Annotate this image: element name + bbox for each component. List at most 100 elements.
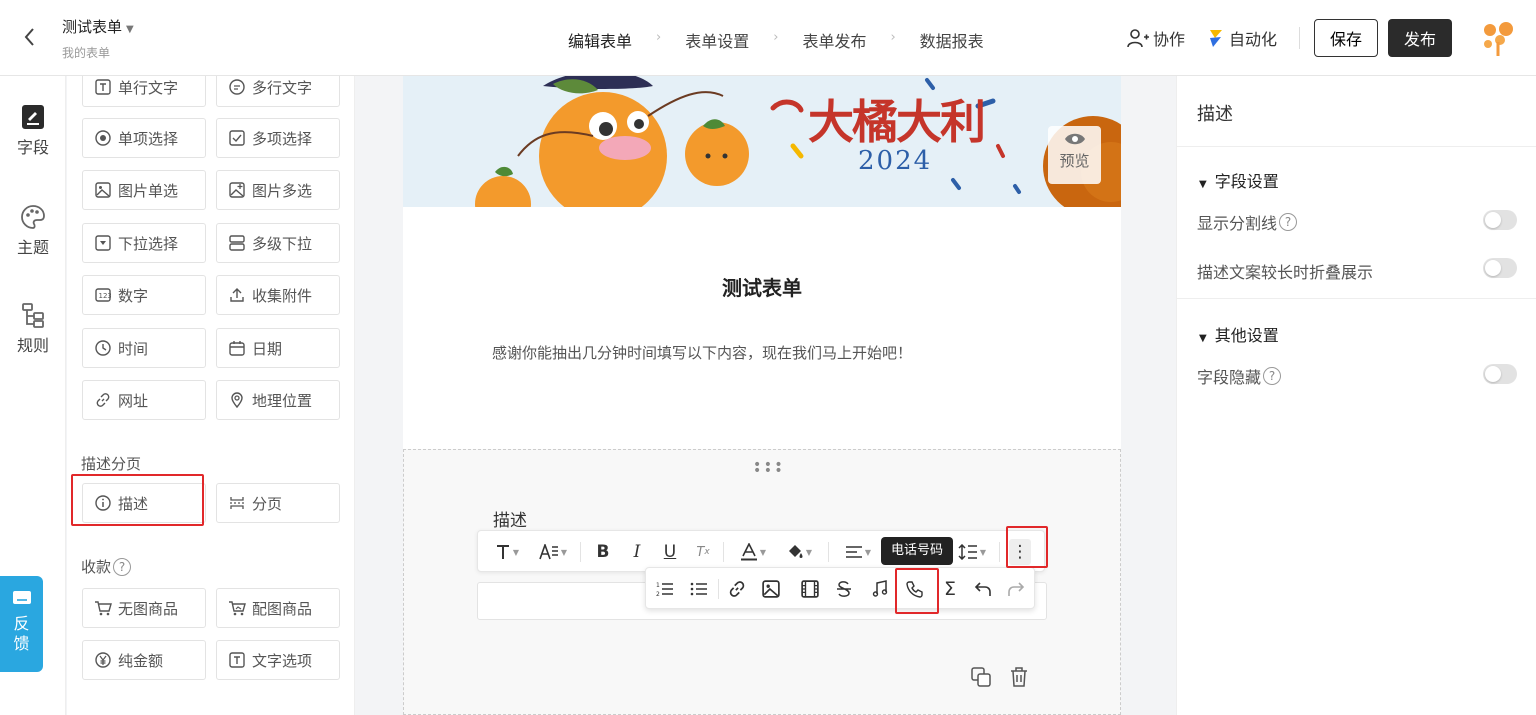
image-icon (94, 181, 112, 199)
video-icon[interactable] (799, 578, 821, 600)
field-label: 数字 (118, 286, 149, 305)
field-location[interactable]: 地理位置 (216, 380, 340, 420)
add-user-icon (1127, 29, 1149, 48)
bullet-list-icon[interactable] (688, 578, 710, 600)
formula-sigma-icon[interactable]: Σ (939, 578, 961, 600)
redo-icon[interactable] (1005, 578, 1027, 600)
form-banner-image: 大橘大利 2024 (403, 76, 1121, 207)
field-pagebreak[interactable]: 分页 (216, 483, 340, 523)
link-icon[interactable] (726, 578, 748, 600)
rich-text-toolbar: ▼ ▼ B I U Tx ▼ ▼ ▼ ▼ ⋮ (477, 530, 1045, 572)
underline-icon[interactable]: U (659, 541, 681, 563)
drag-handle-icon[interactable]: • • • • • • (753, 458, 783, 478)
field-upload[interactable]: 收集附件 (216, 275, 340, 315)
option-collapse-long-text: 描述文案较长时折叠展示 (1197, 259, 1373, 283)
form-title-text[interactable]: 测试表单 (403, 272, 1121, 301)
toggle-hide-field[interactable] (1483, 364, 1517, 384)
breadcrumb-my-forms[interactable]: 我的表单 (62, 44, 110, 61)
field-image-single[interactable]: 图片单选 (82, 170, 206, 210)
properties-panel: 描述 ▼ 字段设置 显示分割线? 描述文案较长时折叠展示 ▼ 其他设置 字段隐藏? (1176, 76, 1536, 715)
field-label: 图片单选 (118, 181, 179, 200)
field-url[interactable]: 网址 (82, 380, 206, 420)
font-style-dropdown[interactable]: ▼ (536, 541, 570, 563)
avatar[interactable] (1478, 18, 1518, 58)
italic-icon[interactable]: I (626, 541, 648, 563)
font-size-dropdown[interactable]: ▼ (490, 541, 524, 563)
checkbox-icon (228, 129, 246, 147)
divider (580, 542, 581, 562)
music-icon[interactable] (869, 578, 891, 600)
bold-icon[interactable]: B (592, 541, 614, 563)
field-multi-choice[interactable]: 多项选择 (216, 118, 340, 158)
line-height-dropdown[interactable]: ▼ (954, 541, 990, 563)
field-dropdown[interactable]: 下拉选择 (82, 223, 206, 263)
field-label: 配图商品 (252, 599, 313, 618)
caret-down-icon: ▼ (1199, 333, 1207, 344)
field-date[interactable]: 日期 (216, 328, 340, 368)
field-product-with-image[interactable]: 配图商品 (216, 588, 340, 628)
strikethrough-icon[interactable] (833, 578, 855, 600)
tab-form-publish[interactable]: 表单发布 (802, 28, 866, 52)
nav-fields[interactable]: 字段 (0, 104, 66, 158)
divider (1177, 298, 1536, 299)
form-canvas: 大橘大利 2024 预览 测试表单 感谢你能抽出几分钟时间填写以下内容，现在我们… (403, 76, 1121, 715)
step-tabs: 编辑表单 › 表单设置 › 表单发布 › 数据报表 (568, 28, 1008, 79)
form-title: 测试表单 (62, 18, 123, 36)
toggle-show-divider[interactable] (1483, 210, 1517, 230)
align-dropdown[interactable]: ▼ (840, 541, 876, 563)
back-arrow-icon[interactable] (22, 26, 36, 54)
collab-button[interactable]: 协作 (1127, 26, 1185, 50)
trash-icon[interactable] (1008, 666, 1030, 688)
image-icon[interactable] (760, 578, 782, 600)
field-image-multi[interactable]: 图片多选 (216, 170, 340, 210)
field-text-option[interactable]: 文字选项 (216, 640, 340, 680)
help-icon[interactable]: ? (113, 557, 132, 576)
tab-form-settings[interactable]: 表单设置 (685, 28, 749, 52)
section-other-settings[interactable]: ▼ 其他设置 (1199, 322, 1279, 346)
copy-icon[interactable] (970, 666, 992, 688)
field-single-choice[interactable]: 单项选择 (82, 118, 206, 158)
publish-button[interactable]: 发布 (1388, 19, 1452, 57)
field-label: 纯金额 (118, 651, 164, 670)
field-label: 多项选择 (252, 129, 313, 148)
tab-data-report[interactable]: 数据报表 (920, 28, 984, 52)
font-color-dropdown[interactable]: ▼ (735, 541, 771, 563)
field-single-line-text[interactable]: 单行文字 (82, 76, 206, 107)
nav-rules[interactable]: 规则 (0, 302, 66, 356)
preview-button[interactable]: 预览 (1048, 126, 1101, 184)
field-product-no-image[interactable]: 无图商品 (82, 588, 206, 628)
bg-color-dropdown[interactable]: ▼ (781, 541, 817, 563)
nav-theme[interactable]: 主题 (0, 204, 66, 258)
tab-edit-form[interactable]: 编辑表单 (568, 28, 632, 79)
undo-icon[interactable] (972, 578, 994, 600)
field-time[interactable]: 时间 (82, 328, 206, 368)
toggle-collapse-long-text[interactable] (1483, 258, 1517, 278)
field-label: 文字选项 (252, 651, 313, 670)
divider (1299, 27, 1300, 49)
calendar-icon (228, 339, 246, 357)
section-field-settings[interactable]: ▼ 字段设置 (1199, 168, 1279, 192)
field-title[interactable]: 描述 (493, 506, 527, 531)
clear-format-icon[interactable]: Tx (692, 541, 714, 563)
upload-icon (228, 286, 246, 304)
field-multi-line-text[interactable]: 多行文字 (216, 76, 340, 107)
help-icon[interactable]: ? (1263, 367, 1282, 385)
field-number[interactable]: 123 数字 (82, 275, 206, 315)
field-label: 地理位置 (252, 391, 313, 410)
field-pure-amount[interactable]: 纯金额 (82, 640, 206, 680)
feedback-button[interactable]: 反馈 (0, 576, 43, 672)
number-icon: 123 (94, 286, 112, 304)
help-icon[interactable]: ? (1279, 213, 1298, 231)
form-title-dropdown[interactable]: 测试表单 ▼ (62, 16, 134, 37)
comment-icon (228, 78, 246, 96)
automation-button[interactable]: 自动化 (1207, 26, 1277, 50)
field-label: 网址 (118, 391, 149, 410)
svg-text:1: 1 (656, 582, 660, 589)
form-description-text[interactable]: 感谢你能抽出几分钟时间填写以下内容，现在我们马上开始吧！ (492, 342, 912, 363)
field-cascade-dropdown[interactable]: 多级下拉 (216, 223, 340, 263)
chevron-right-icon: › (773, 30, 779, 45)
caret-down-icon: ▼ (1199, 179, 1207, 190)
save-button[interactable]: 保存 (1314, 19, 1378, 57)
description-field-block[interactable]: • • • • • • 描述 ▼ ▼ B I U Tx ▼ ▼ ▼ ▼ ⋮ 电话号… (403, 449, 1121, 715)
ordered-list-icon[interactable]: 12 (654, 578, 676, 600)
